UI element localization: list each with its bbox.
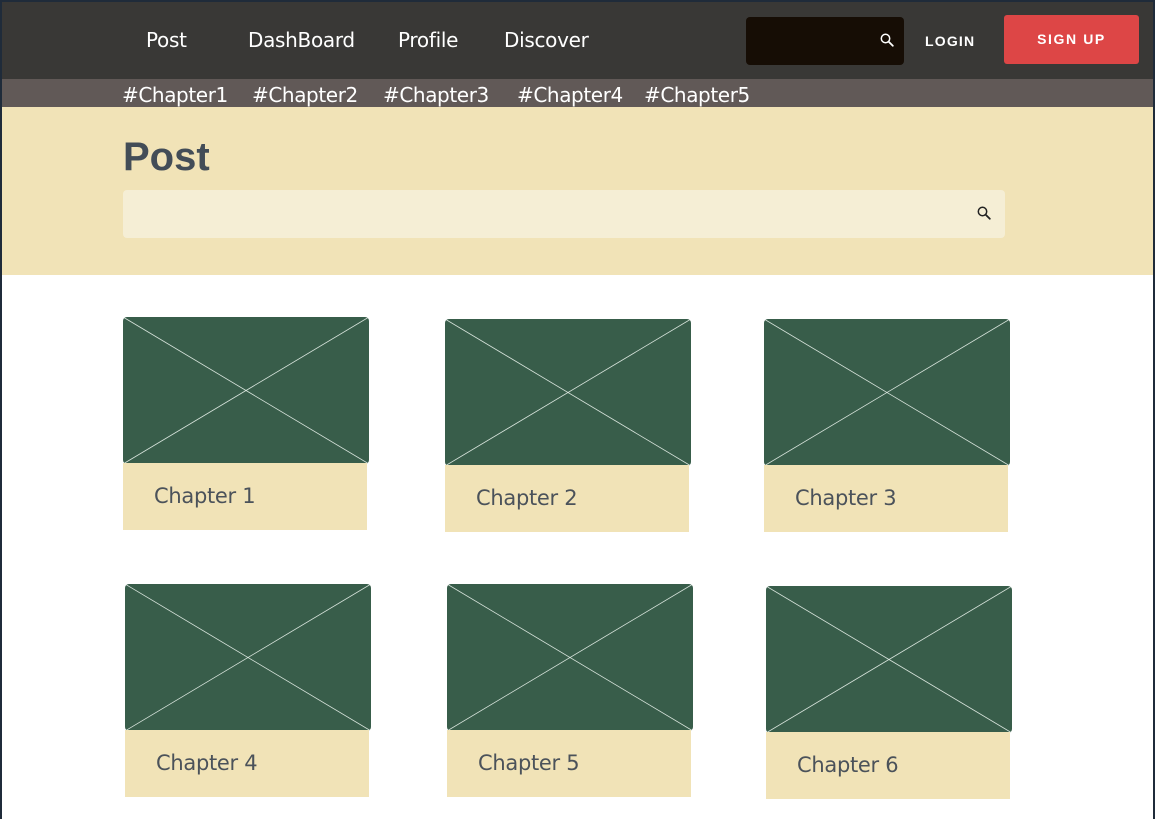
tag-chapter3[interactable]: #Chapter3 [383, 83, 489, 107]
page-header: Post [2, 107, 1153, 275]
nav-link-profile[interactable]: Profile [398, 28, 458, 52]
tag-chapter4[interactable]: #Chapter4 [517, 83, 623, 107]
search-icon[interactable] [880, 33, 894, 52]
chapter-card[interactable]: Chapter 1 [123, 317, 369, 531]
chapter-tag-bar: #Chapter1 #Chapter2 #Chapter3 #Chapter4 … [2, 79, 1153, 107]
image-placeholder-icon [445, 319, 691, 466]
chapter-card-label: Chapter 2 [445, 465, 689, 532]
nav-link-post[interactable]: Post [146, 28, 187, 52]
chapter-card-label: Chapter 3 [764, 465, 1008, 532]
tag-chapter2[interactable]: #Chapter2 [252, 83, 358, 107]
image-placeholder-icon [764, 319, 1010, 466]
page-title: Post [123, 135, 210, 179]
page: Post DashBoard Profile Discover LOGIN SI… [2, 2, 1153, 819]
tag-chapter1[interactable]: #Chapter1 [122, 83, 228, 107]
chapter-card-label: Chapter 6 [766, 732, 1010, 799]
chapter-card[interactable]: Chapter 4 [125, 584, 371, 798]
chapter-card-label: Chapter 5 [447, 730, 691, 797]
tag-chapter5[interactable]: #Chapter5 [644, 83, 750, 107]
signup-button[interactable]: SIGN UP [1004, 15, 1139, 64]
chapter-card[interactable]: Chapter 6 [766, 586, 1012, 800]
search-icon[interactable] [977, 206, 991, 225]
post-search-input[interactable] [123, 190, 1005, 238]
nav-link-dashboard[interactable]: DashBoard [248, 28, 355, 52]
image-placeholder-icon [766, 586, 1012, 733]
chapter-card-label: Chapter 1 [123, 463, 367, 530]
nav-link-discover[interactable]: Discover [504, 28, 589, 52]
image-placeholder-icon [123, 317, 369, 464]
chapter-card[interactable]: Chapter 2 [445, 319, 691, 533]
image-placeholder-icon [447, 584, 693, 731]
login-link[interactable]: LOGIN [925, 33, 975, 49]
chapter-card-label: Chapter 4 [125, 730, 369, 797]
top-navigation: Post DashBoard Profile Discover LOGIN SI… [2, 2, 1153, 79]
image-placeholder-icon [125, 584, 371, 731]
nav-search-input[interactable] [746, 17, 904, 65]
chapter-card[interactable]: Chapter 3 [764, 319, 1010, 533]
chapter-card[interactable]: Chapter 5 [447, 584, 693, 798]
